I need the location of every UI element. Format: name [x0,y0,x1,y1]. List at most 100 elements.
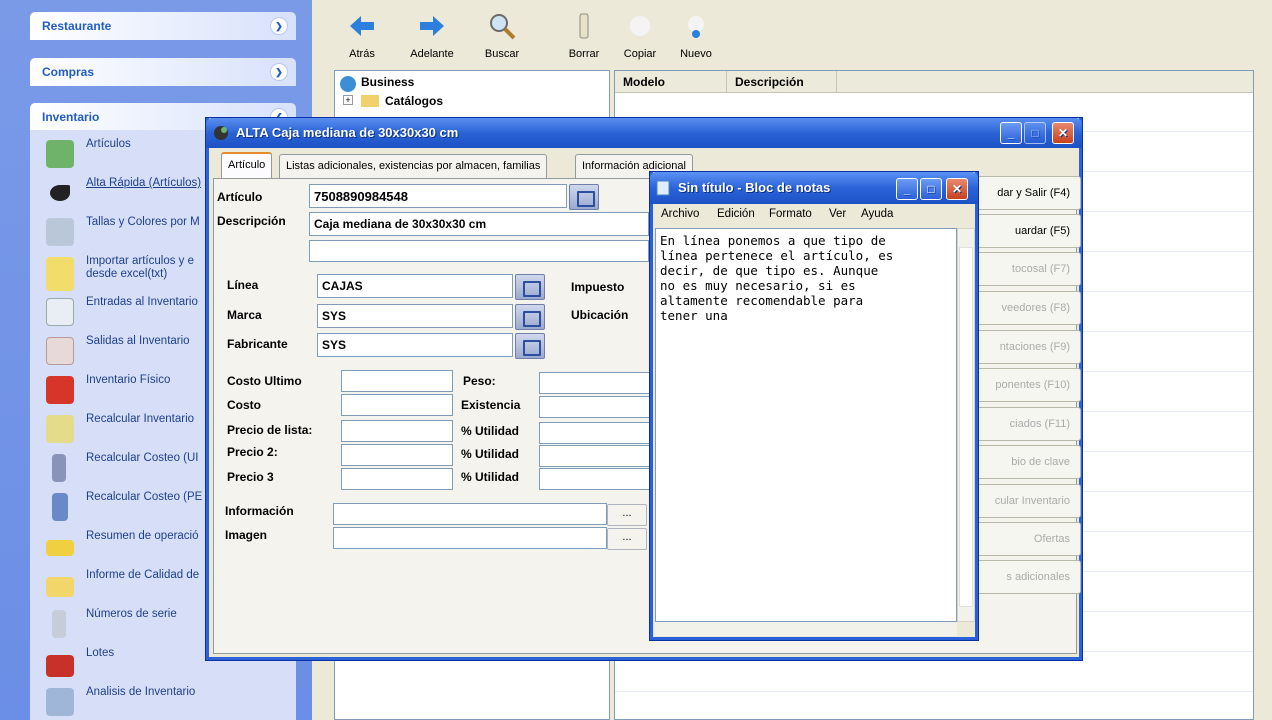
forward-label: Adelante [410,48,454,60]
expand-icon[interactable]: + [343,95,353,105]
notepad-title: Sin título - Bloc de notas [678,180,831,195]
tab-articulo[interactable]: Artículo [221,152,273,179]
tab-listas-adicionales[interactable]: Listas adicionales, existencias por alma… [279,154,548,178]
existencia-input[interactable] [539,396,653,418]
datos-adicionales-button[interactable]: s adicionales [973,560,1081,594]
notepad-menubar: Archivo Edición Formato Ver Ayuda [653,204,975,226]
marca-lookup-button[interactable] [515,304,545,330]
label-articulo: Artículo [217,190,263,204]
exits-icon [46,337,74,365]
section-compras[interactable]: Compras ❯ [30,58,296,86]
componentes-button[interactable]: ponentes (F10) [973,368,1081,402]
minimize-button[interactable]: _ [1000,122,1022,144]
descripcion-input-2[interactable] [309,240,649,262]
fabricante-lookup-button[interactable] [515,333,545,359]
marca-input[interactable]: SYS [317,304,513,328]
label-precio-lista: Precio de lista: [227,423,313,437]
horizontal-scrollbar[interactable] [655,622,957,636]
notepad-titlebar[interactable]: Sin título - Bloc de notas _ □ ✕ [650,172,978,204]
column-header-descripcion[interactable]: Descripción [727,71,837,93]
save-button[interactable]: uardar (F5) [973,214,1081,248]
label-precio-3: Precio 3 [227,470,274,484]
menu-archivo[interactable]: Archivo [661,208,699,220]
utilidad-1-input[interactable] [539,422,653,444]
costo-ultimo-input[interactable] [341,370,453,392]
folder-icon [361,95,379,107]
column-header-empty[interactable] [837,71,1253,93]
costo-input[interactable] [341,394,453,416]
label-existencia: Existencia [461,398,521,412]
cambio-clave-button[interactable]: bio de clave [973,445,1081,479]
search-icon [490,14,516,40]
close-button[interactable]: ✕ [946,178,968,200]
magnifier-icon [52,610,66,638]
menu-ayuda[interactable]: Ayuda [861,208,893,220]
fabricante-input[interactable]: SYS [317,333,513,357]
label-peso: Peso: [463,374,496,388]
label-marca: Marca [227,308,262,322]
save-exit-button[interactable]: dar y Salir (F4) [973,176,1081,210]
precio-lista-input[interactable] [341,420,453,442]
linea-lookup-button[interactable] [515,274,545,300]
utilidad-2-input[interactable] [539,445,653,467]
new-label: Nuevo [680,48,712,60]
maximize-button[interactable]: □ [920,178,942,200]
copy-button[interactable]: Copiar [618,6,662,66]
linea-input[interactable]: CAJAS [317,274,513,298]
forward-button[interactable]: Adelante [402,6,462,66]
informacion-browse-button[interactable]: ... [607,504,647,526]
new-icon [688,16,704,38]
column-header-modelo[interactable]: Modelo [615,71,727,93]
quick-add-icon [50,185,70,201]
back-button[interactable]: Atrás [340,6,384,66]
maximize-button[interactable]: □ [1024,122,1046,144]
delete-label: Borrar [568,48,600,60]
inv-item-analisis[interactable]: Analisis de Inventario [40,684,296,720]
menu-edicion[interactable]: Edición [717,208,755,220]
inv-item-label: Analisis de Inventario [86,686,196,698]
report-icon [46,577,74,597]
label-informacion: Información [225,504,294,518]
chevron-down-icon[interactable]: ❯ [270,63,288,81]
label-utilidad-1: % Utilidad [461,424,520,438]
imagen-input[interactable] [333,527,607,549]
f7-button[interactable]: tocosal (F7) [973,252,1081,286]
scroll-thumb[interactable] [959,247,973,607]
asociados-button[interactable]: ciados (F11) [973,407,1081,441]
vertical-scrollbar[interactable] [957,228,975,622]
precio-2-input[interactable] [341,444,453,466]
label-fabricante: Fabricante [227,337,288,351]
informacion-input[interactable] [333,503,607,525]
minimize-button[interactable]: _ [896,178,918,200]
articulo-lookup-button[interactable] [569,184,599,210]
chevron-down-icon[interactable]: ❯ [270,17,288,35]
delete-button[interactable]: Borrar [562,6,606,66]
peso-input[interactable] [539,372,653,394]
recalcular-inventario-button[interactable]: cular Inventario [973,484,1081,518]
arrow-left-icon [350,16,374,36]
close-button[interactable]: ✕ [1052,122,1074,144]
utilidad-3-input[interactable] [539,468,653,490]
proveedores-button[interactable]: veedores (F8) [973,291,1081,325]
descripcion-input[interactable]: Caja mediana de 30x30x30 cm [309,212,649,236]
dialog-titlebar[interactable]: ALTA Caja mediana de 30x30x30 cm _ □ ✕ [206,118,1082,148]
imagen-browse-button[interactable]: ... [607,528,647,550]
articulo-input[interactable]: 7508890984548 [309,184,567,208]
menu-ver[interactable]: Ver [829,208,846,220]
presentaciones-button[interactable]: ntaciones (F9) [973,330,1081,364]
menu-formato[interactable]: Formato [769,208,812,220]
precio-3-input[interactable] [341,468,453,490]
new-button[interactable]: Nuevo [674,6,718,66]
notepad-text-area[interactable]: En línea ponemos a que tipo de línea per… [655,228,957,622]
person-icon [52,454,66,482]
tree-child[interactable]: Catálogos [385,94,443,108]
label-linea: Línea [227,278,259,292]
tree-root[interactable]: Business [361,75,414,89]
dialog-title: ALTA Caja mediana de 30x30x30 cm [236,125,459,140]
section-restaurante[interactable]: Restaurante ❯ [30,12,296,40]
search-button[interactable]: Buscar [478,6,526,66]
section-title: Compras [42,65,95,79]
ofertas-button[interactable]: Ofertas [973,522,1081,556]
label-imagen: Imagen [225,528,268,542]
summary-icon [46,540,74,556]
